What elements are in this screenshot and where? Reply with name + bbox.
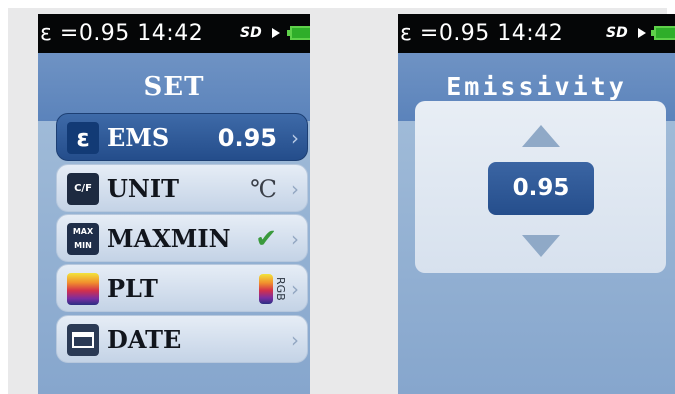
menu-item-date[interactable]: DATE › [56, 315, 308, 363]
menu-label-maxmin: MAXMIN [107, 224, 231, 253]
emissivity-screen: ε =0.95 14:42 SD Emissivity 0.95 [398, 14, 675, 394]
menu-item-ems[interactable]: ε EMS 0.95 › [56, 113, 308, 161]
unit-icon: C/F [67, 173, 99, 205]
emissivity-value-input[interactable]: 0.95 [488, 162, 594, 215]
arrow-down-icon[interactable] [522, 235, 560, 257]
chevron-right-icon: › [291, 227, 299, 251]
menu-item-unit[interactable]: C/F UNIT ℃ › [56, 164, 308, 212]
rgb-palette-icon [259, 274, 273, 304]
calendar-icon [67, 324, 99, 356]
menu-label-date: DATE [107, 325, 182, 354]
chevron-right-icon: › [291, 126, 299, 150]
status-text: ε =0.95 14:42 [400, 21, 564, 46]
emissivity-icon: ε [67, 122, 99, 154]
menu-label-plt: PLT [107, 274, 158, 303]
sd-card-icon: SD [240, 25, 280, 41]
emissivity-value: 0.95 [217, 124, 277, 152]
page-title: SET [38, 53, 310, 121]
palette-value: RGB [274, 277, 287, 301]
chevron-right-icon: › [291, 328, 299, 352]
status-bar: ε =0.95 14:42 SD [398, 14, 675, 53]
unit-value: ℃ [250, 175, 277, 203]
battery-icon [651, 26, 675, 40]
maxmin-icon: MAX MIN [67, 223, 99, 255]
battery-icon [287, 26, 310, 40]
menu-item-plt[interactable]: PLT RGB › [56, 264, 308, 312]
palette-icon [67, 273, 99, 305]
menu-item-maxmin[interactable]: MAX MIN MAXMIN ✔ › [56, 214, 308, 262]
sd-card-icon: SD [606, 25, 646, 41]
menu-label-ems: EMS [107, 123, 170, 152]
menu-label-unit: UNIT [107, 174, 179, 203]
status-text: ε =0.95 14:42 [40, 21, 204, 46]
checkmark-icon: ✔ [255, 224, 277, 254]
chevron-right-icon: › [291, 277, 299, 301]
chevron-right-icon: › [291, 177, 299, 201]
arrow-up-icon[interactable] [522, 125, 560, 147]
settings-screen: ε =0.95 14:42 SD SET ε EMS 0.95 › C/F UN… [38, 14, 310, 394]
status-bar: ε =0.95 14:42 SD [38, 14, 310, 53]
emissivity-panel: 0.95 [415, 101, 666, 273]
